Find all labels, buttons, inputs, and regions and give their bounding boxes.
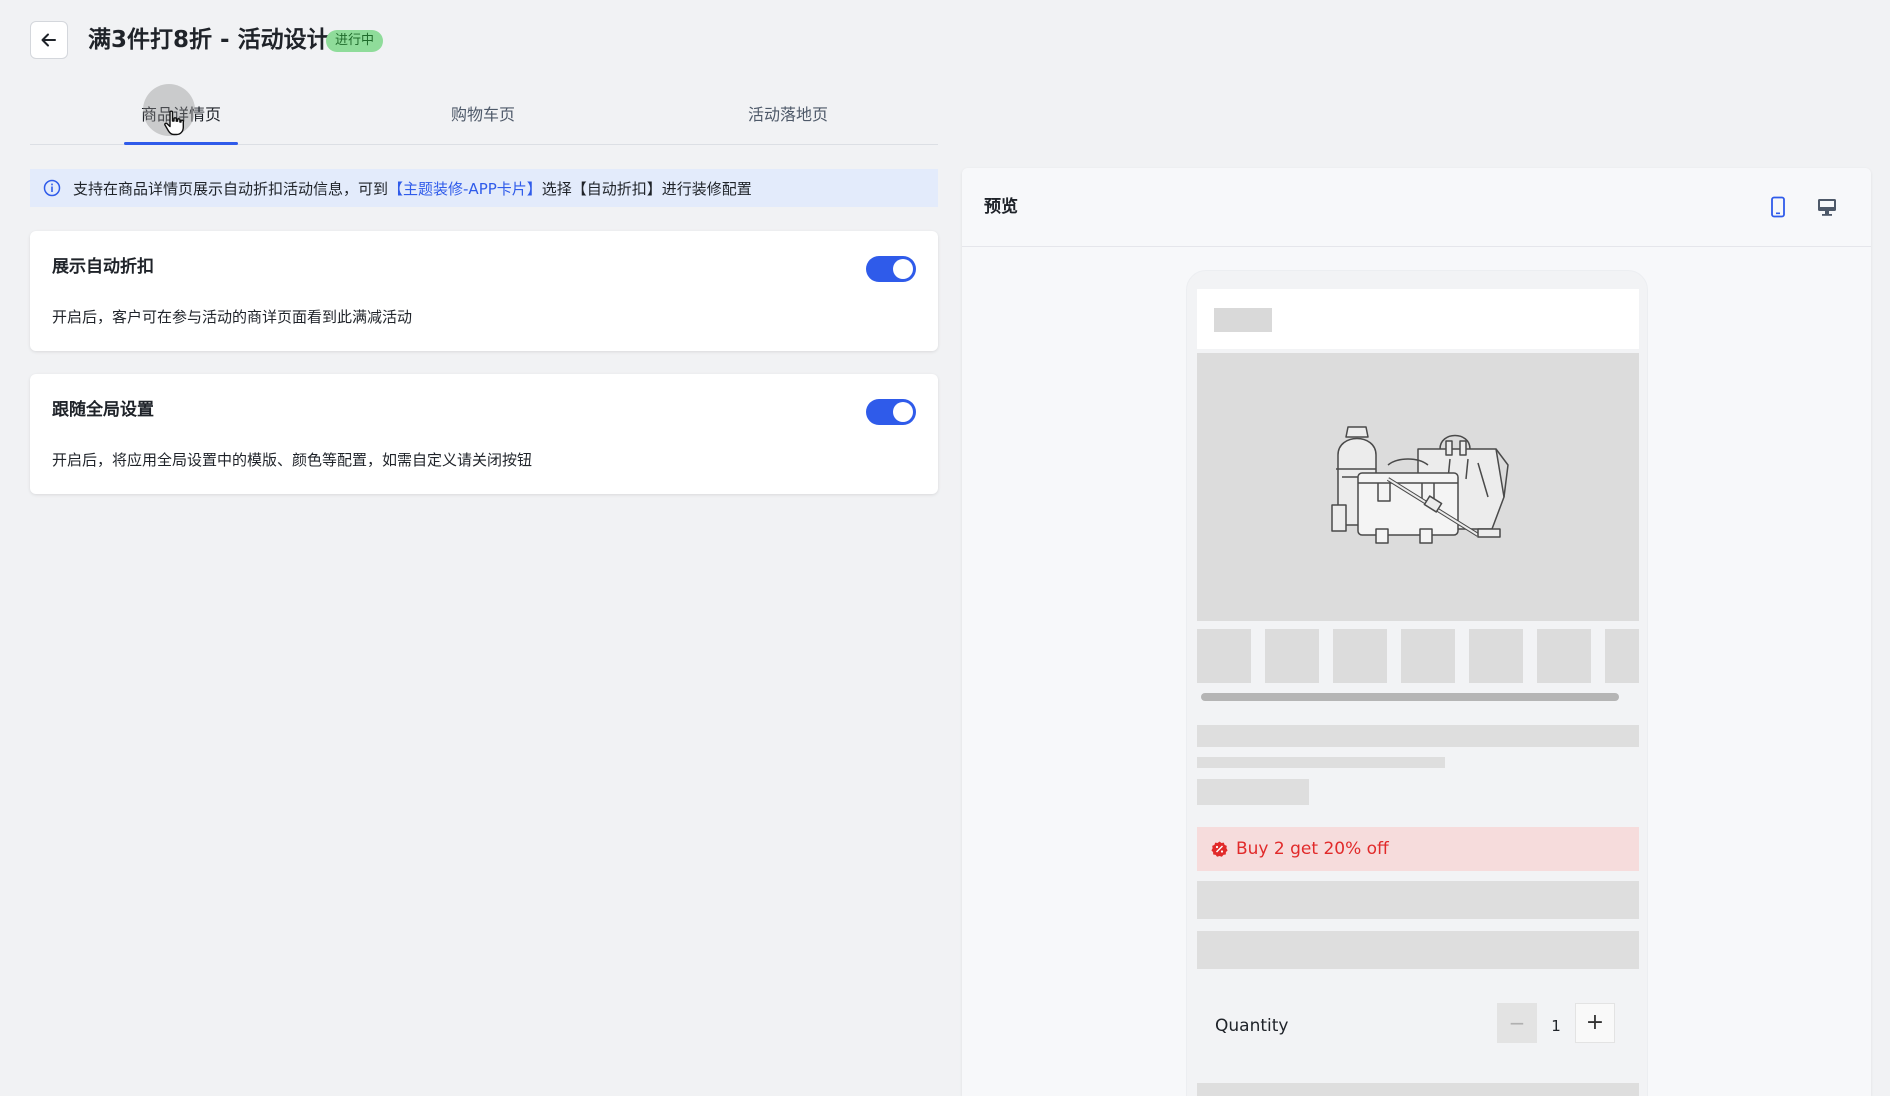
toggle-knob [893,402,913,422]
phone-preview-frame: Buy 2 get 20% off Quantity − 1 + [1186,270,1648,1096]
setting-card-show-discount: 展示自动折扣 开启后，客户可在参与活动的商详页面看到此满减活动 [30,231,938,351]
thumbnail[interactable] [1333,629,1387,683]
info-icon [43,179,61,197]
discount-text: Buy 2 get 20% off [1236,839,1389,859]
thumbnail[interactable] [1605,629,1639,683]
add-to-cart-placeholder [1197,1083,1639,1096]
plus-icon: + [1585,1010,1605,1035]
thumbnail[interactable] [1265,629,1319,683]
setting-title: 展示自动折扣 [52,257,154,277]
minus-icon: − [1508,1011,1526,1035]
discount-banner: Buy 2 get 20% off [1197,827,1639,871]
title-placeholder [1197,725,1639,747]
bags-illustration-icon [1331,426,1509,544]
follow-global-toggle[interactable] [866,399,916,425]
thumbnail-strip [1197,629,1639,683]
mobile-icon[interactable] [1768,196,1788,218]
preview-header: 预览 [962,168,1871,247]
quantity-label: Quantity [1215,1016,1289,1036]
thumbnail-scrollbar[interactable] [1201,693,1619,701]
show-discount-toggle[interactable] [866,256,916,282]
subtitle-placeholder [1197,757,1445,768]
desktop-icon[interactable] [1816,197,1838,217]
quantity-value[interactable]: 1 [1537,1015,1575,1037]
toggle-knob [893,259,913,279]
page-title: 满3件打8折 - 活动设计 [88,27,330,53]
product-image [1197,353,1639,621]
discount-tag-icon [1211,841,1228,857]
info-text: 支持在商品详情页展示自动折扣活动信息，可到【主题装修-APP卡片】选择【自动折扣… [73,178,752,199]
option-placeholder [1197,931,1639,969]
preview-panel: 预览 Buy 2 get 20% off Quantity − 1 + [962,168,1871,1096]
info-banner: 支持在商品详情页展示自动折扣活动信息，可到【主题装修-APP卡片】选择【自动折扣… [30,169,938,207]
quantity-increase-button[interactable]: + [1575,1003,1615,1043]
thumbnail[interactable] [1401,629,1455,683]
thumbnail[interactable] [1197,629,1251,683]
arrow-left-icon [41,33,56,47]
setting-title: 跟随全局设置 [52,400,154,420]
tab-landing-page[interactable]: 活动落地页 [708,104,868,126]
status-badge: 进行中 [326,30,384,52]
back-button[interactable] [30,21,68,59]
thumbnail[interactable] [1537,629,1591,683]
option-placeholder [1197,881,1639,919]
quantity-decrease-button[interactable]: − [1497,1003,1537,1043]
theme-app-card-link[interactable]: 【主题装修-APP卡片】 [388,180,542,198]
thumbnail[interactable] [1469,629,1523,683]
active-tab-indicator [124,142,238,145]
setting-card-follow-global: 跟随全局设置 开启后，将应用全局设置中的模版、颜色等配置，如需自定义请关闭按钮 [30,374,938,494]
store-header-placeholder [1197,289,1639,349]
tab-cart[interactable]: 购物车页 [403,104,563,126]
info-text-after: 选择【自动折扣】进行装修配置 [541,179,752,198]
logo-placeholder [1214,308,1272,332]
price-placeholder [1197,779,1309,805]
preview-title: 预览 [984,197,1018,217]
hand-pointer-icon [164,110,184,136]
setting-description: 开启后，将应用全局设置中的模版、颜色等配置，如需自定义请关闭按钮 [52,451,533,469]
setting-description: 开启后，客户可在参与活动的商详页面看到此满减活动 [52,308,413,326]
info-text-before: 支持在商品详情页展示自动折扣活动信息，可到 [73,179,389,198]
